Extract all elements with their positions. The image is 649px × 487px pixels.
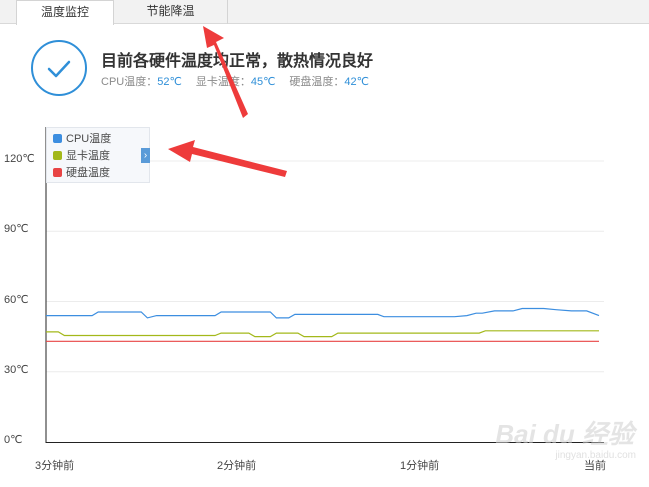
legend-item-disk[interactable]: 硬盘温度 [53, 165, 110, 181]
x-tick-label: 3分钟前 [35, 460, 75, 472]
legend-collapse-chevron-icon[interactable]: › [141, 148, 150, 163]
legend-swatch-disk [53, 168, 62, 177]
legend-label-cpu: CPU温度 [66, 133, 112, 145]
y-tick-label: 0℃ [4, 434, 23, 446]
legend-swatch-cpu [53, 134, 62, 143]
x-tick-label: 1分钟前 [400, 460, 440, 472]
legend-swatch-gpu [53, 151, 62, 160]
legend-label-disk: 硬盘温度 [66, 167, 110, 179]
y-tick-label: 120℃ [4, 153, 35, 165]
legend-item-gpu[interactable]: 显卡温度 [53, 148, 110, 164]
legend-label-gpu: 显卡温度 [66, 150, 110, 162]
x-tick-label: 当前 [584, 460, 606, 472]
y-tick-label: 30℃ [4, 363, 29, 376]
temperature-chart [45, 127, 604, 443]
series-line-0 [46, 307, 600, 319]
legend-item-cpu[interactable]: CPU温度 [53, 131, 111, 147]
series-line-1 [46, 330, 599, 338]
temperature-monitor-panel: 温度监控 节能降温 目前各硬件温度均正常，散热情况良好 CPU温度：52℃ 显卡温… [0, 0, 649, 487]
chart-legend: CPU温度 显卡温度 硬盘温度 [46, 127, 150, 183]
x-tick-label: 2分钟前 [217, 460, 257, 472]
y-tick-label: 90℃ [4, 223, 29, 236]
y-tick-label: 60℃ [4, 293, 29, 306]
